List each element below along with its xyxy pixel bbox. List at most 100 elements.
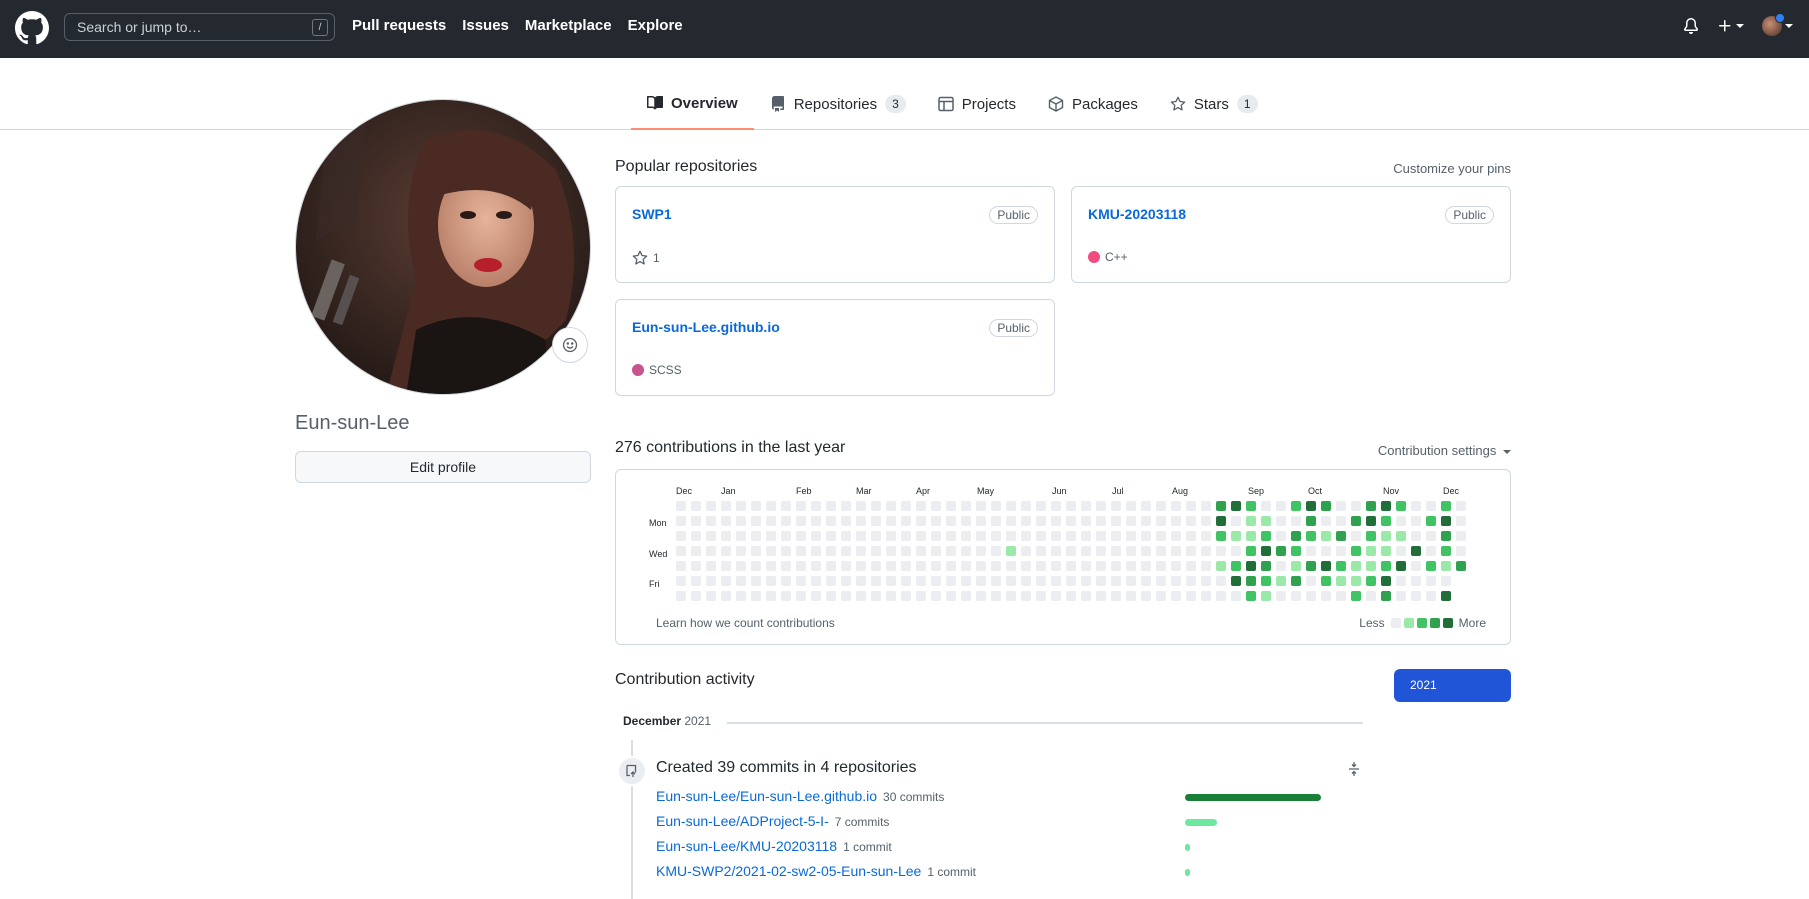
contribution-day[interactable] xyxy=(841,591,851,601)
contribution-day[interactable] xyxy=(991,501,1001,511)
contribution-day[interactable] xyxy=(1186,501,1196,511)
contribution-day[interactable] xyxy=(751,591,761,601)
contribution-day[interactable] xyxy=(1366,531,1376,541)
contribution-day[interactable] xyxy=(886,576,896,586)
contribution-day[interactable] xyxy=(856,501,866,511)
contribution-day[interactable] xyxy=(1156,546,1166,556)
contribution-day[interactable] xyxy=(1126,576,1136,586)
contribution-day[interactable] xyxy=(991,576,1001,586)
contribution-day[interactable] xyxy=(871,531,881,541)
contribution-day[interactable] xyxy=(1171,546,1181,556)
contribution-day[interactable] xyxy=(1276,516,1286,526)
contribution-day[interactable] xyxy=(1186,531,1196,541)
contribution-day[interactable] xyxy=(1006,501,1016,511)
contribution-day[interactable] xyxy=(766,546,776,556)
contribution-day[interactable] xyxy=(1306,531,1316,541)
contribution-day[interactable] xyxy=(1456,561,1466,571)
contribution-day[interactable] xyxy=(1351,546,1361,556)
contribution-day[interactable] xyxy=(1036,591,1046,601)
contribution-day[interactable] xyxy=(1111,561,1121,571)
contribution-day[interactable] xyxy=(1366,501,1376,511)
contribution-day[interactable] xyxy=(1171,516,1181,526)
contribution-day[interactable] xyxy=(1396,546,1406,556)
contribution-day[interactable] xyxy=(826,576,836,586)
contribution-day[interactable] xyxy=(706,591,716,601)
contribution-day[interactable] xyxy=(1306,501,1316,511)
contribution-day[interactable] xyxy=(1231,576,1241,586)
contribution-day[interactable] xyxy=(1381,516,1391,526)
contribution-day[interactable] xyxy=(676,576,686,586)
contribution-day[interactable] xyxy=(976,561,986,571)
contribution-day[interactable] xyxy=(1006,591,1016,601)
contribution-day[interactable] xyxy=(1051,516,1061,526)
contribution-day[interactable] xyxy=(1411,516,1421,526)
contribution-day[interactable] xyxy=(1306,591,1316,601)
contribution-day[interactable] xyxy=(1126,561,1136,571)
contribution-day[interactable] xyxy=(1081,561,1091,571)
contribution-day[interactable] xyxy=(1351,531,1361,541)
activity-repo-link[interactable]: Eun-sun-Lee/Eun-sun-Lee.github.io xyxy=(656,788,877,804)
contribution-day[interactable] xyxy=(856,531,866,541)
contribution-day[interactable] xyxy=(1396,531,1406,541)
activity-repo-link[interactable]: Eun-sun-Lee/KMU-20203118 xyxy=(656,838,837,854)
contribution-day[interactable] xyxy=(1381,561,1391,571)
contribution-day[interactable] xyxy=(871,561,881,571)
contribution-day[interactable] xyxy=(1321,516,1331,526)
contribution-day[interactable] xyxy=(1216,531,1226,541)
contribution-day[interactable] xyxy=(1366,591,1376,601)
contribution-day[interactable] xyxy=(1051,546,1061,556)
contribution-day[interactable] xyxy=(1351,561,1361,571)
contribution-day[interactable] xyxy=(1171,576,1181,586)
contribution-day[interactable] xyxy=(1051,561,1061,571)
activity-repo-link[interactable]: KMU-SWP2/2021-02-sw2-05-Eun-sun-Lee xyxy=(656,863,921,879)
contribution-day[interactable] xyxy=(856,516,866,526)
tab-packages[interactable]: Packages xyxy=(1032,90,1154,130)
contribution-day[interactable] xyxy=(1321,591,1331,601)
contribution-day[interactable] xyxy=(1426,561,1436,571)
contribution-day[interactable] xyxy=(721,501,731,511)
contribution-day[interactable] xyxy=(931,531,941,541)
search-input[interactable]: Search or jump to… / xyxy=(64,13,335,41)
contribution-day[interactable] xyxy=(676,591,686,601)
contribution-day[interactable] xyxy=(1381,591,1391,601)
contribution-day[interactable] xyxy=(1276,531,1286,541)
contribution-day[interactable] xyxy=(1441,561,1451,571)
contribution-day[interactable] xyxy=(976,531,986,541)
contribution-day[interactable] xyxy=(841,516,851,526)
contribution-day[interactable] xyxy=(706,546,716,556)
contribution-day[interactable] xyxy=(946,501,956,511)
contribution-day[interactable] xyxy=(916,576,926,586)
contribution-day[interactable] xyxy=(1456,516,1466,526)
contribution-day[interactable] xyxy=(841,501,851,511)
contribution-day[interactable] xyxy=(691,501,701,511)
contribution-day[interactable] xyxy=(1156,501,1166,511)
contribution-day[interactable] xyxy=(961,561,971,571)
contribution-day[interactable] xyxy=(781,531,791,541)
contribution-day[interactable] xyxy=(1306,576,1316,586)
contribution-day[interactable] xyxy=(961,576,971,586)
contribution-day[interactable] xyxy=(1021,546,1031,556)
contribution-day[interactable] xyxy=(1306,561,1316,571)
contribution-day[interactable] xyxy=(826,546,836,556)
contribution-day[interactable] xyxy=(1156,591,1166,601)
contribution-day[interactable] xyxy=(736,576,746,586)
contribution-day[interactable] xyxy=(931,501,941,511)
contribution-day[interactable] xyxy=(961,516,971,526)
contribution-day[interactable] xyxy=(1261,591,1271,601)
contribution-day[interactable] xyxy=(1111,576,1121,586)
contribution-day[interactable] xyxy=(1051,501,1061,511)
contribution-day[interactable] xyxy=(1336,546,1346,556)
contribution-day[interactable] xyxy=(1231,501,1241,511)
contribution-day[interactable] xyxy=(1426,591,1436,601)
create-new-button[interactable] xyxy=(1717,18,1744,34)
contribution-day[interactable] xyxy=(1021,501,1031,511)
contribution-day[interactable] xyxy=(1216,561,1226,571)
contribution-day[interactable] xyxy=(1216,546,1226,556)
contribution-day[interactable] xyxy=(706,501,716,511)
contribution-day[interactable] xyxy=(1336,516,1346,526)
year-filter-2021[interactable]: 2021 xyxy=(1394,669,1511,702)
user-menu-button[interactable] xyxy=(1762,13,1793,36)
pinned-repo-name[interactable]: Eun-sun-Lee.github.io xyxy=(632,319,780,335)
contribution-day[interactable] xyxy=(811,516,821,526)
contribution-day[interactable] xyxy=(691,561,701,571)
